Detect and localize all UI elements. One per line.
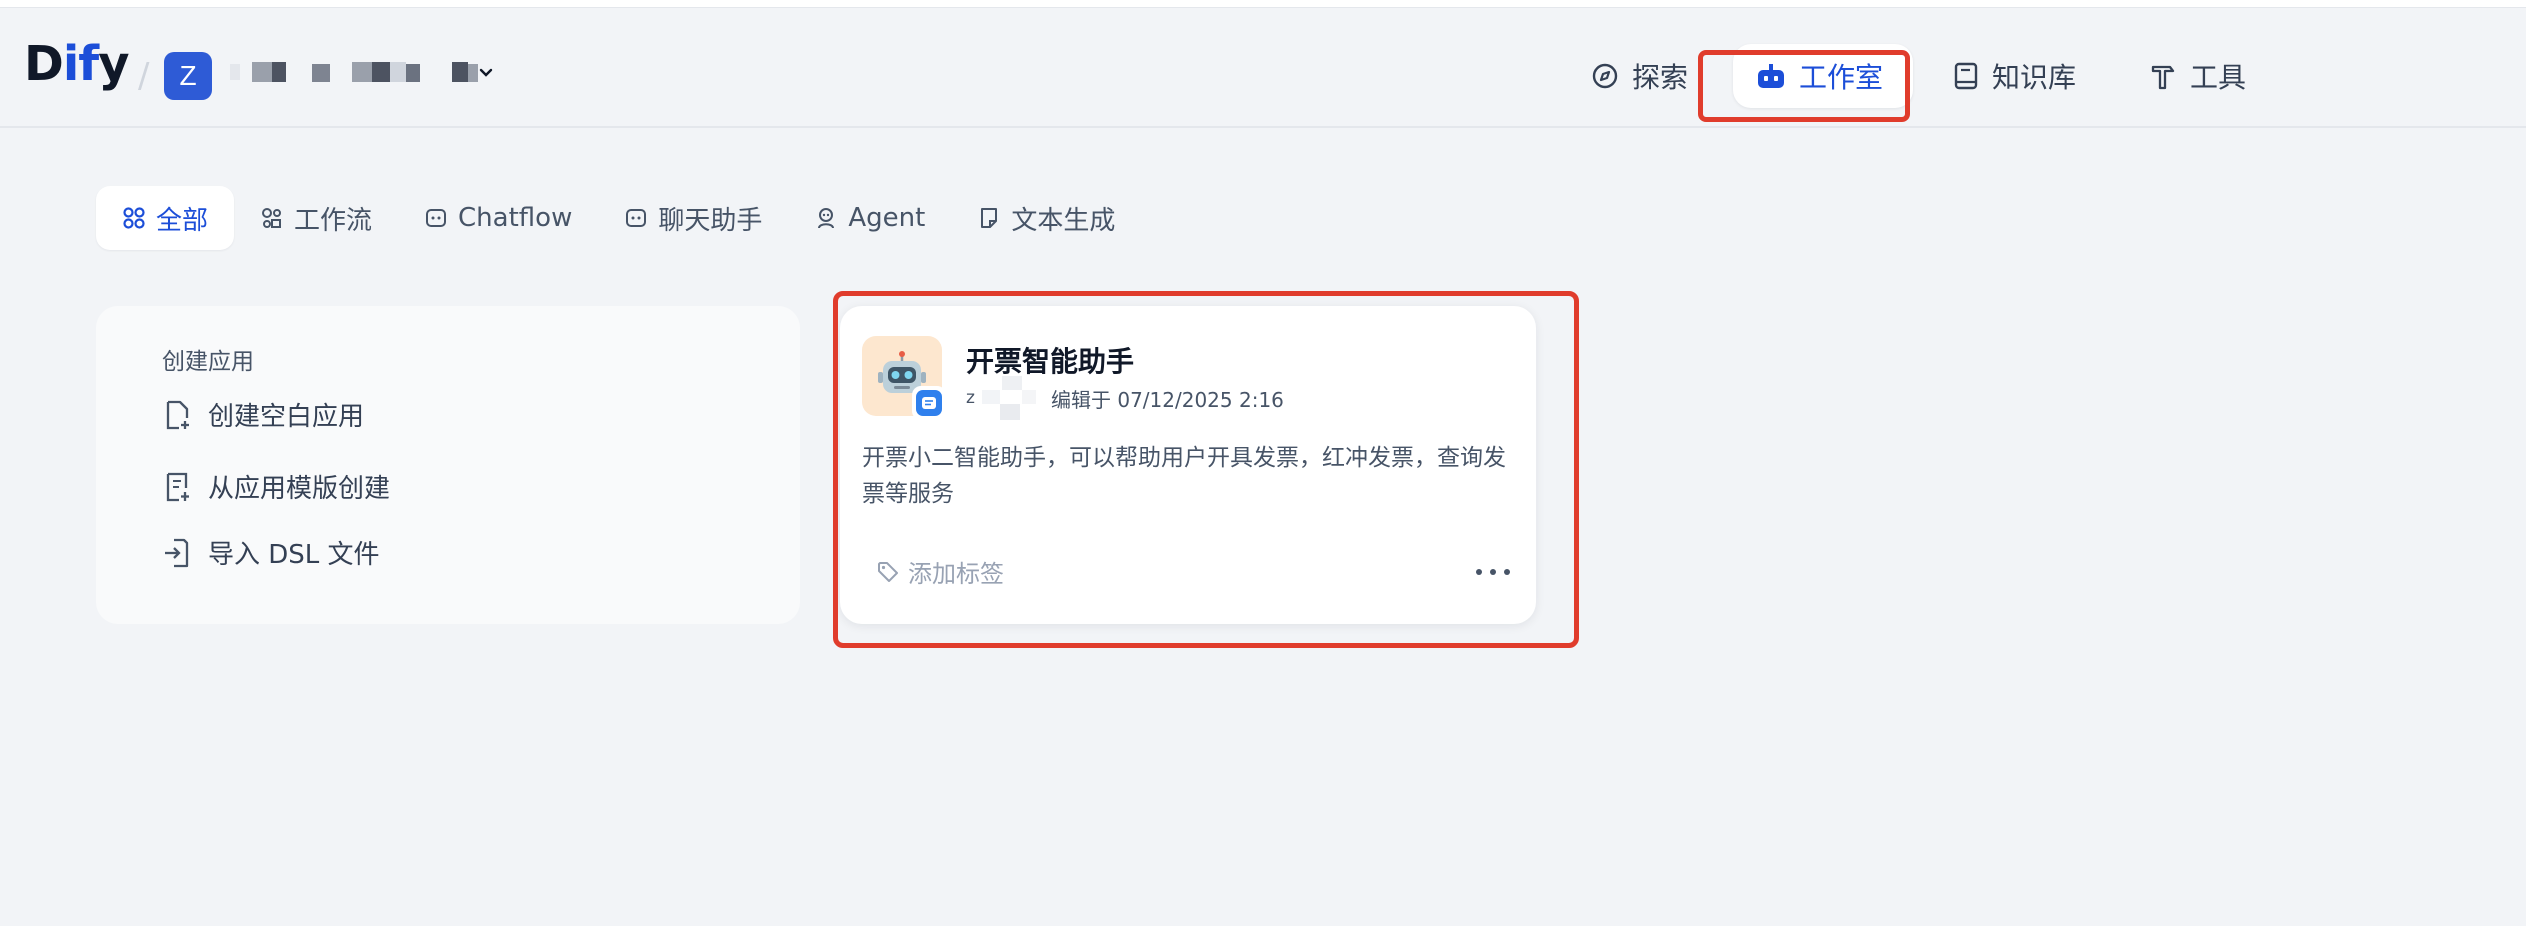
create-blank-app-button[interactable]: 创建空白应用 <box>162 396 364 433</box>
hammer-icon <box>2151 65 2175 90</box>
workspace-dropdown-icon[interactable] <box>478 64 494 80</box>
import-dsl-button[interactable]: 导入 DSL 文件 <box>162 534 380 571</box>
app-type-tabs: 全部 工作流 Chatflow 聊天助手 Agent 文本生成 <box>96 186 1141 250</box>
grid-icon <box>123 207 145 229</box>
workspace-avatar[interactable]: Z <box>164 52 212 100</box>
nav-explore-label: 探索 <box>1632 61 1689 94</box>
create-app-panel: 创建应用 创建空白应用 从应用模版创建 导入 DSL 文件 <box>96 306 800 624</box>
document-icon <box>981 208 998 228</box>
tab-text-generation[interactable]: 文本生成 <box>951 186 1141 250</box>
workspace-name-redacted[interactable] <box>230 60 480 84</box>
agent-icon <box>818 208 835 229</box>
import-dsl-label: 导入 DSL 文件 <box>208 540 380 570</box>
tab-workflow-label: 工作流 <box>294 205 373 236</box>
dify-logo[interactable]: Dify <box>24 36 129 92</box>
header-separator: / <box>138 56 150 96</box>
workflow-icon <box>262 208 282 228</box>
nav-tools-label: 工具 <box>2190 61 2247 94</box>
top-edge <box>0 0 2526 8</box>
nav-tools[interactable]: 工具 <box>2148 44 2246 108</box>
template-icon <box>166 472 189 501</box>
tab-agent-label: Agent <box>848 203 926 233</box>
file-plus-icon <box>166 400 189 429</box>
create-from-template-label: 从应用模版创建 <box>208 474 391 504</box>
tab-all[interactable]: 全部 <box>96 186 235 250</box>
tab-agent[interactable]: Agent <box>788 186 951 250</box>
tab-chat-assistant-label: 聊天助手 <box>658 205 763 236</box>
chat-bubble-icon <box>426 209 447 227</box>
tab-chat-assistant[interactable]: 聊天助手 <box>598 186 788 250</box>
studio-page: Dify / Z 探索 工作室 知识库 工具 全部 工作流 Chatflow 聊… <box>0 0 2526 926</box>
chat-icon <box>626 209 647 227</box>
nav-explore[interactable]: 探索 <box>1590 44 1688 108</box>
tab-workflow[interactable]: 工作流 <box>234 186 398 250</box>
file-import-icon <box>165 538 189 567</box>
nav-knowledge[interactable]: 知识库 <box>1952 44 2076 108</box>
compass-icon <box>1592 63 1618 89</box>
tab-all-label: 全部 <box>156 205 209 236</box>
nav-knowledge-label: 知识库 <box>1992 61 2077 94</box>
highlight-app-card <box>833 291 1579 648</box>
tab-text-generation-label: 文本生成 <box>1011 205 1116 236</box>
create-blank-app-label: 创建空白应用 <box>208 402 365 432</box>
create-app-title: 创建应用 <box>162 349 254 375</box>
app-header: Dify / Z 探索 工作室 知识库 工具 <box>0 8 2526 128</box>
highlight-nav-studio <box>1698 50 1910 122</box>
tab-chatflow-label: Chatflow <box>458 203 573 233</box>
create-from-template-button[interactable]: 从应用模版创建 <box>162 468 390 505</box>
book-icon <box>1954 62 1978 90</box>
tab-chatflow[interactable]: Chatflow <box>398 186 598 250</box>
